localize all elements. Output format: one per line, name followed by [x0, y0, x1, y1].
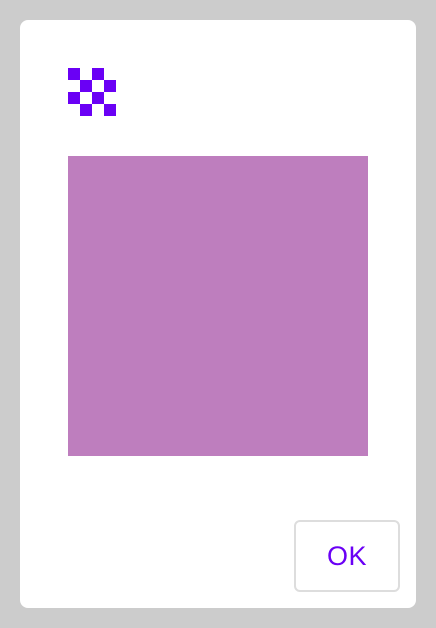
dialog: OK	[20, 20, 416, 608]
ok-button[interactable]: OK	[294, 520, 400, 592]
color-swatch	[68, 156, 368, 456]
checkerboard-icon	[68, 68, 116, 116]
screen-backdrop: OK	[0, 0, 436, 628]
